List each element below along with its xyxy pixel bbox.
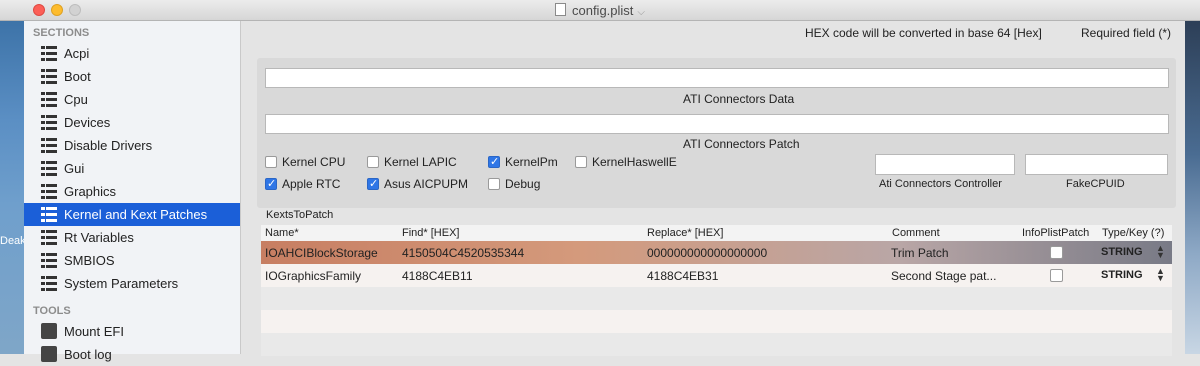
desktop-label: Deak — [0, 235, 26, 247]
sidebar: SECTIONS Acpi Boot Cpu Devices Disable D… — [24, 21, 241, 362]
apple-rtc-checkbox[interactable] — [265, 177, 277, 190]
empty-table-row — [261, 333, 1172, 356]
fake-cpuid-label: FakeCPUID — [1066, 178, 1125, 190]
list-icon — [41, 230, 57, 245]
column-header-type-key[interactable]: Type/Key (?) — [1102, 227, 1164, 239]
list-icon — [41, 46, 57, 61]
type-key-value[interactable]: STRING — [1101, 269, 1143, 281]
sidebar-item-graphics[interactable]: Graphics — [24, 180, 240, 203]
list-icon — [41, 161, 57, 176]
column-header-replace[interactable]: Replace* [HEX] — [647, 227, 723, 239]
mount-icon — [41, 323, 57, 339]
required-note: Required field (*) — [1081, 26, 1172, 40]
kexts-to-patch-table: Name* Find* [HEX] Replace* [HEX] Comment… — [261, 225, 1172, 356]
document-icon — [554, 3, 566, 16]
list-icon — [41, 253, 57, 268]
sections-header: SECTIONS — [33, 27, 90, 39]
ati-connectors-patch-label: ATI Connectors Patch — [683, 137, 800, 151]
kernel-cpu-label: Kernel CPU — [282, 155, 346, 169]
sidebar-item-devices[interactable]: Devices — [24, 111, 240, 134]
asus-aicpupm-checkbox[interactable] — [367, 177, 379, 190]
kext-name: IOAHCIBlockStorage — [265, 246, 378, 260]
ati-connectors-patch-field[interactable] — [265, 114, 1169, 134]
desktop-background-right — [1185, 21, 1200, 354]
kext-find: 4188C4EB11 — [402, 269, 473, 283]
list-icon — [41, 69, 57, 84]
list-icon — [41, 115, 57, 130]
sidebar-item-kernel-and-kext-patches[interactable]: Kernel and Kext Patches — [24, 203, 240, 226]
table-row[interactable]: IOGraphicsFamily 4188C4EB11 4188C4EB31 S… — [261, 264, 1172, 287]
kext-replace: 000000000000000000 — [647, 246, 768, 260]
kernel-options-panel: ATI Connectors Data ATI Connectors Patch… — [257, 58, 1176, 208]
kernel-haswelle-checkbox[interactable] — [575, 156, 587, 168]
kernel-haswelle-label: KernelHaswellE — [592, 155, 677, 169]
table-row[interactable]: IOAHCIBlockStorage 4150504C4520535344 00… — [261, 241, 1172, 264]
sidebar-item-cpu[interactable]: Cpu — [24, 88, 240, 111]
column-header-name[interactable]: Name* — [265, 227, 299, 239]
sidebar-item-gui[interactable]: Gui — [24, 157, 240, 180]
empty-table-row — [261, 310, 1172, 333]
tool-mount-efi[interactable]: Mount EFI — [24, 320, 240, 343]
column-header-comment[interactable]: Comment — [892, 227, 940, 239]
list-icon — [41, 184, 57, 199]
list-icon — [41, 92, 57, 107]
list-icon — [41, 207, 57, 222]
kernelpm-label: KernelPm — [505, 155, 558, 169]
table-header: Name* Find* [HEX] Replace* [HEX] Comment… — [261, 225, 1172, 242]
debug-checkbox[interactable] — [488, 178, 500, 190]
log-icon — [41, 346, 57, 362]
kext-find: 4150504C4520535344 — [402, 246, 525, 260]
tools-header: TOOLS — [33, 305, 71, 317]
info-plist-patch-checkbox[interactable] — [1050, 246, 1063, 259]
debug-label: Debug — [505, 177, 541, 191]
kext-name: IOGraphicsFamily — [265, 269, 362, 283]
chevron-down-icon: ⌵ — [637, 7, 645, 18]
kexts-to-patch-caption: KextsToPatch — [266, 209, 334, 221]
sidebar-item-rt-variables[interactable]: Rt Variables — [24, 226, 240, 249]
kernel-cpu-checkbox[interactable] — [265, 156, 277, 168]
list-icon — [41, 276, 57, 291]
ati-connectors-data-field[interactable] — [265, 68, 1169, 88]
kext-comment: Trim Patch — [891, 246, 949, 260]
kernelpm-checkbox[interactable] — [488, 155, 500, 168]
sidebar-item-smbios[interactable]: SMBIOS — [24, 249, 240, 272]
tool-boot-log[interactable]: Boot log — [24, 343, 240, 366]
type-key-value[interactable]: STRING — [1101, 246, 1143, 258]
stepper-arrows-icon[interactable]: ▲ ▼ — [1156, 244, 1165, 260]
window-title[interactable]: config.plist ⌵ — [0, 3, 1200, 18]
ati-connectors-data-label: ATI Connectors Data — [683, 92, 795, 106]
sidebar-item-disable-drivers[interactable]: Disable Drivers — [24, 134, 240, 157]
kext-replace: 4188C4EB31 — [647, 269, 719, 283]
hex-note: HEX code will be converted in base 64 [H… — [805, 26, 1042, 40]
fake-cpuid-field[interactable] — [1025, 154, 1168, 175]
apple-rtc-label: Apple RTC — [282, 177, 341, 191]
kext-comment: Second Stage pat... — [891, 269, 997, 283]
sidebar-item-system-parameters[interactable]: System Parameters — [24, 272, 240, 295]
ati-connectors-controller-field[interactable] — [875, 154, 1015, 175]
desktop-background: Deak — [0, 21, 26, 354]
kernel-lapic-label: Kernel LAPIC — [384, 155, 457, 169]
column-header-find[interactable]: Find* [HEX] — [402, 227, 459, 239]
title-bar: config.plist ⌵ — [0, 0, 1200, 21]
asus-aicpupm-label: Asus AICPUPM — [384, 177, 469, 191]
info-plist-patch-checkbox[interactable] — [1050, 269, 1063, 282]
kernel-lapic-checkbox[interactable] — [367, 156, 379, 168]
column-header-infoplistpatch[interactable]: InfoPlistPatch — [1022, 227, 1089, 239]
sidebar-item-acpi[interactable]: Acpi — [24, 42, 240, 65]
list-icon — [41, 138, 57, 153]
ati-connectors-controller-label: Ati Connectors Controller — [879, 178, 1002, 190]
empty-table-row — [261, 287, 1172, 310]
stepper-arrows-icon[interactable]: ▲ ▼ — [1156, 267, 1165, 283]
sidebar-item-boot[interactable]: Boot — [24, 65, 240, 88]
